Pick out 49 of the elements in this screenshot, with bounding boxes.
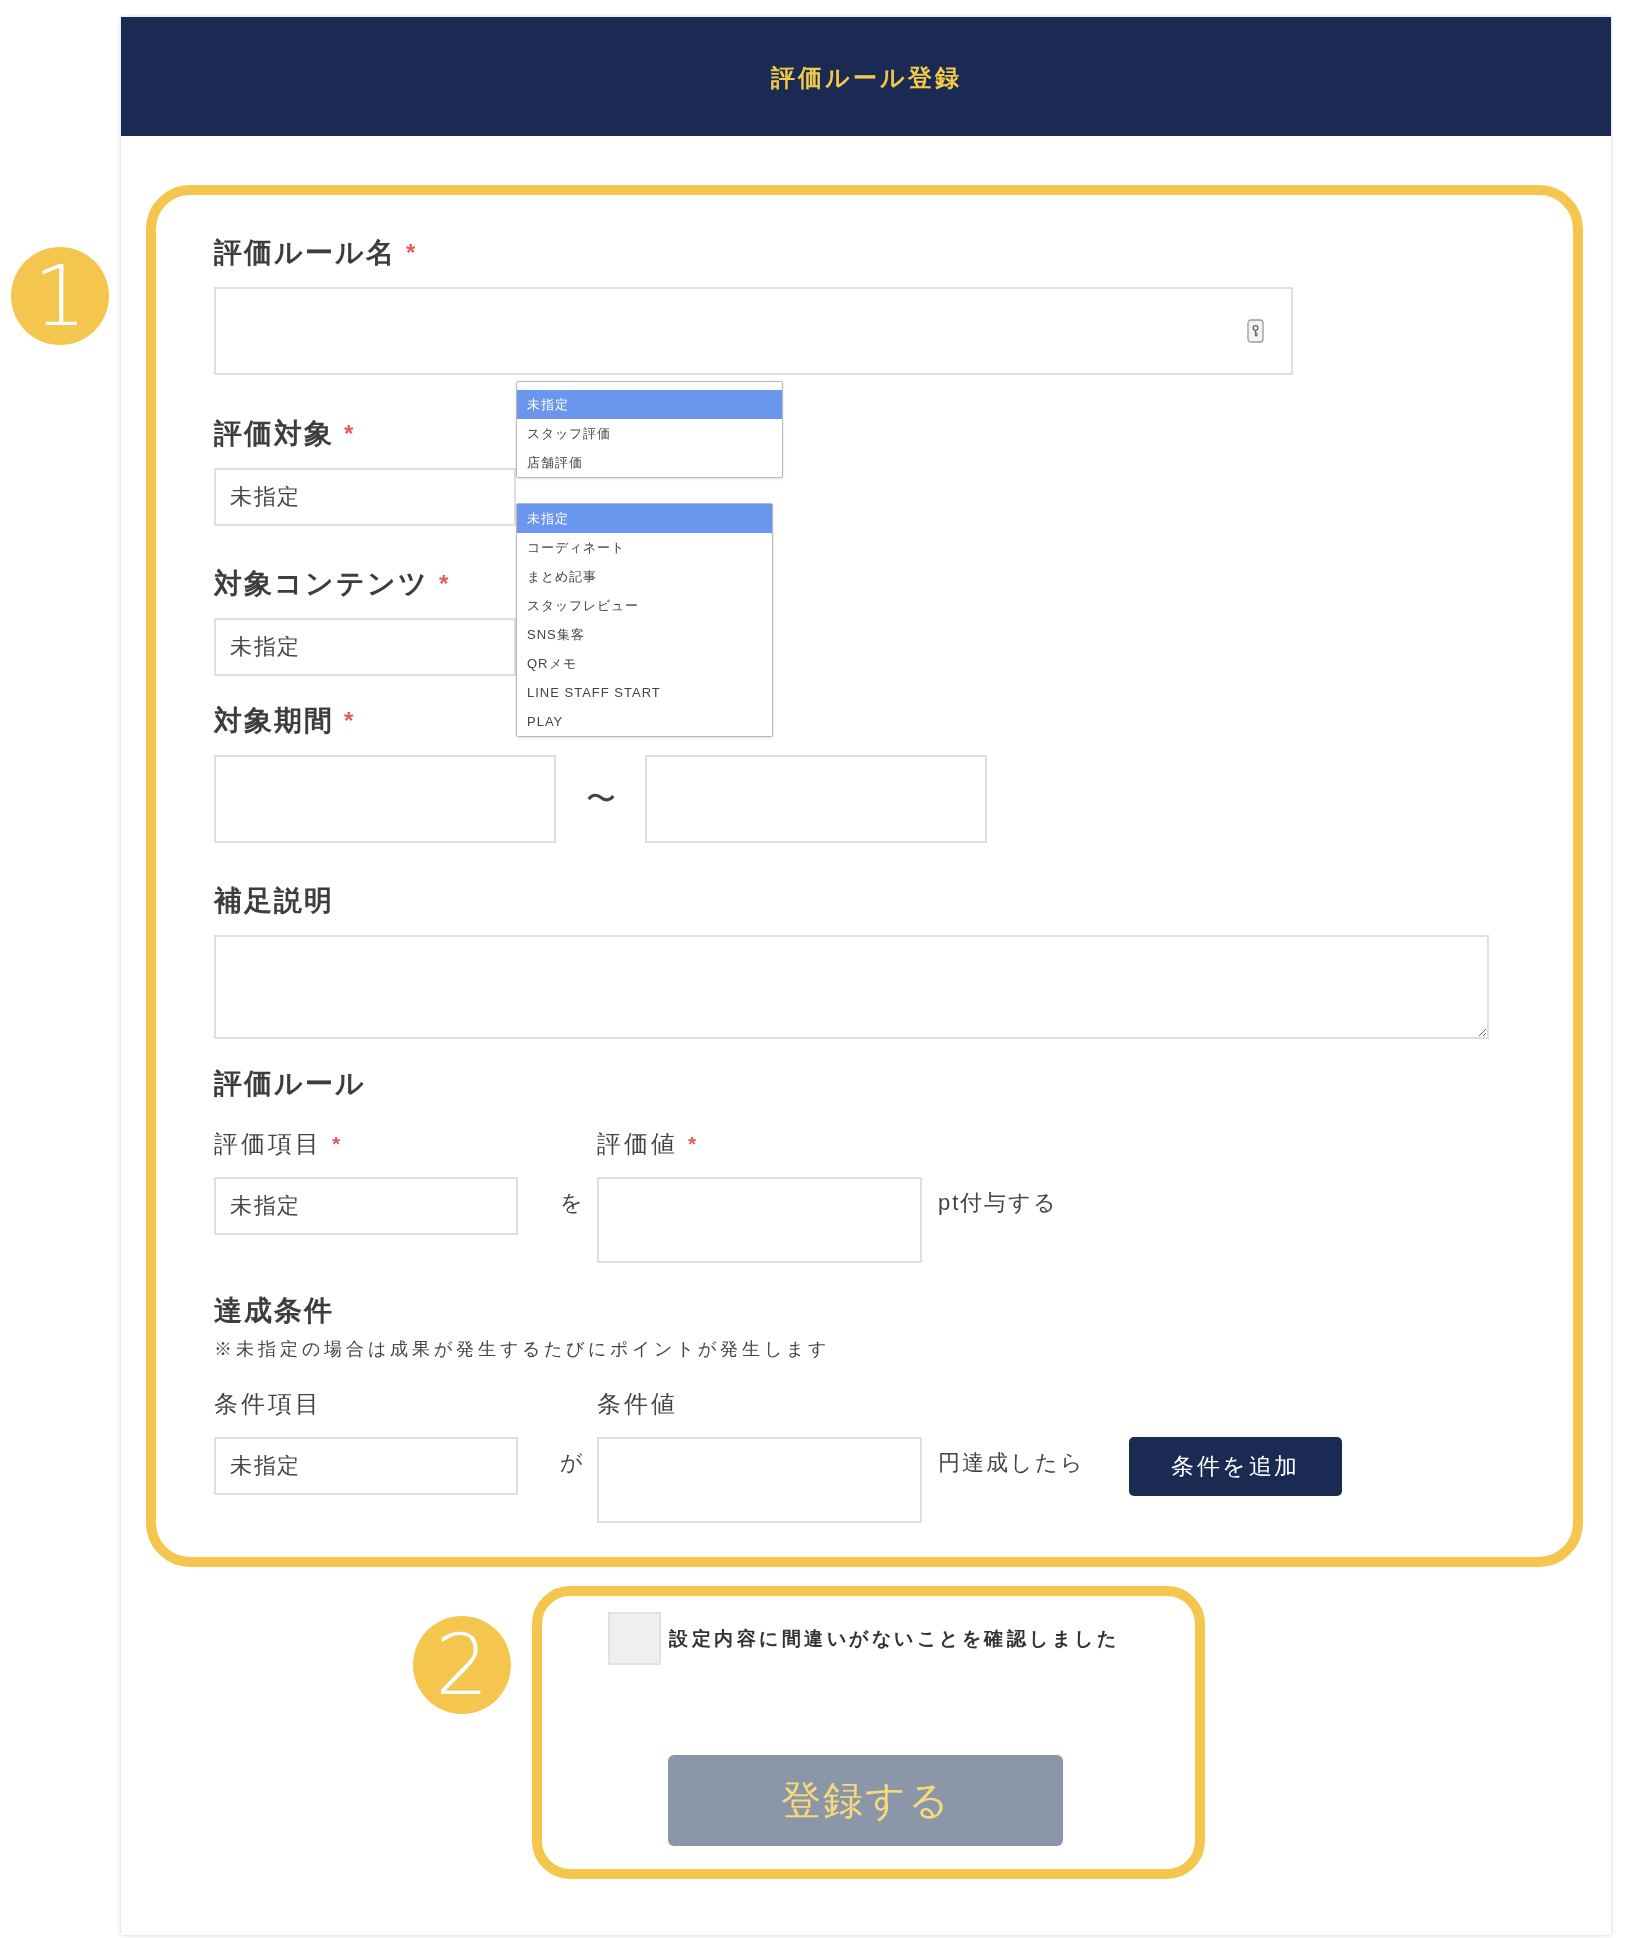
required-mark: * — [332, 1131, 341, 1157]
select-field[interactable]: 未指定 — [214, 1177, 518, 1235]
range-separator: 〜 — [584, 781, 617, 817]
section-heading: 評価ルール — [214, 1069, 367, 1099]
required-mark: * — [344, 419, 354, 449]
textarea-field[interactable] — [214, 935, 1489, 1039]
field-label: 対象コンテンツ — [214, 569, 429, 599]
key-icon[interactable] — [1247, 319, 1264, 343]
step-number-badge: 2 — [413, 1616, 511, 1714]
field-label: 条件値 — [597, 1390, 678, 1418]
required-mark: * — [344, 706, 354, 736]
step-number-badge: 1 — [11, 247, 109, 345]
required-mark: * — [406, 238, 416, 268]
value-input-field[interactable] — [597, 1177, 922, 1263]
start-input-field[interactable] — [214, 755, 556, 843]
page-title: 評価ルール登録 — [770, 63, 962, 93]
field-label: 評価ルール名 — [214, 238, 396, 268]
field-label: 評価対象 — [214, 419, 334, 449]
required-mark: * — [688, 1131, 697, 1157]
field-label: 評価項目 — [214, 1130, 322, 1158]
dropdown-option[interactable]: SNS集客 — [517, 620, 772, 649]
dropdown-option[interactable]: スタッフ評価 — [517, 419, 782, 448]
add-condition-button[interactable]: 条件を追加 — [1129, 1437, 1342, 1496]
checkbox[interactable] — [608, 1612, 661, 1665]
note-text: ※未指定の場合は成果が発生するたびにポイントが発生します — [214, 1338, 830, 1360]
connector-text: が — [560, 1449, 583, 1477]
text-input-field[interactable] — [214, 287, 1293, 375]
field-label: 対象期間 — [214, 706, 334, 736]
dropdown-option[interactable]: 店舗評価 — [517, 448, 782, 477]
checkbox-label: 設定内容に間違いがないことを確認しました — [669, 1626, 1119, 1651]
select-field[interactable]: 未指定 — [214, 618, 516, 676]
connector-text: を — [560, 1189, 583, 1217]
value-input-field[interactable] — [597, 1437, 922, 1523]
end-input-field[interactable] — [645, 755, 987, 843]
select-field[interactable]: 未指定 — [214, 468, 516, 526]
select-field[interactable]: 未指定 — [214, 1437, 518, 1495]
field-label: 条件項目 — [214, 1390, 322, 1418]
suffix-text: pt付与する — [938, 1189, 1059, 1217]
field-label: 評価値 — [597, 1130, 678, 1158]
dropdown-option[interactable]: コーディネート — [517, 533, 772, 562]
dropdown-option[interactable]: QRメモ — [517, 649, 772, 678]
dropdown-option[interactable]: PLAY — [517, 707, 772, 736]
dropdown-option[interactable]: LINE STAFF START — [517, 678, 772, 707]
dropdown-option[interactable]: スタッフレビュー — [517, 591, 772, 620]
field-label: 補足説明 — [214, 886, 334, 916]
dropdown-option[interactable]: まとめ記事 — [517, 562, 772, 591]
suffix-text: 円達成したら — [938, 1449, 1085, 1477]
required-mark: * — [439, 569, 449, 599]
section-heading: 達成条件 — [214, 1296, 335, 1326]
